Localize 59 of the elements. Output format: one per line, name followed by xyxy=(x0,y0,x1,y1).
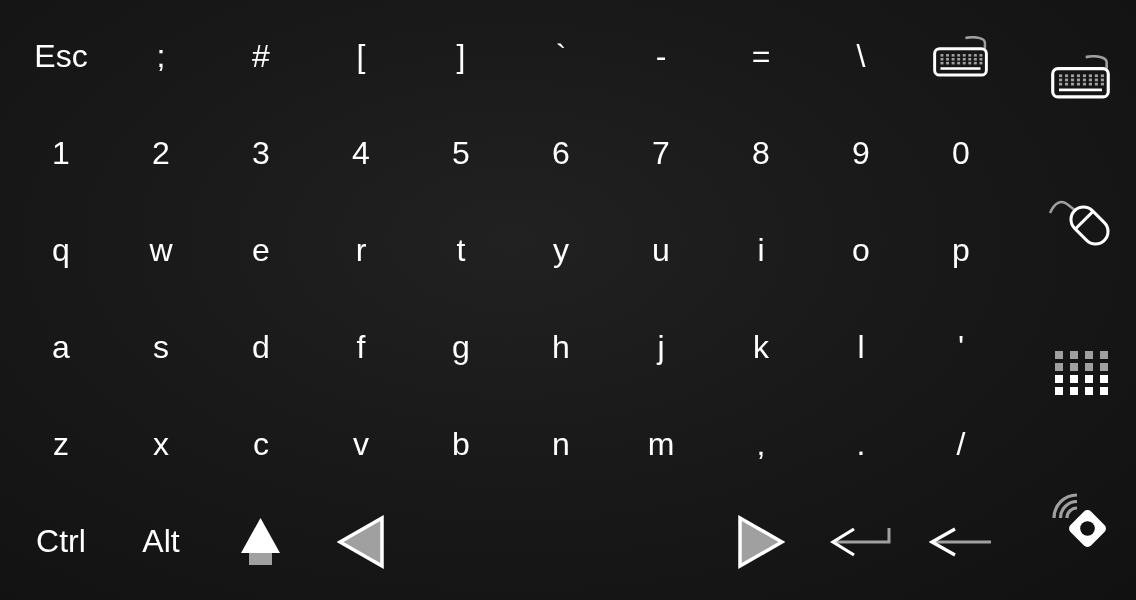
keyboard-key[interactable]: ; xyxy=(152,37,170,76)
keyboard-icon xyxy=(1051,55,1111,99)
keyboard-icon xyxy=(933,36,989,77)
keyboard-key[interactable]: z xyxy=(49,425,73,464)
keyboard-key[interactable]: o xyxy=(848,231,874,270)
keyboard-key[interactable]: a xyxy=(48,328,74,367)
keyboard-key[interactable]: i xyxy=(753,231,769,270)
keyboard-key[interactable]: \ xyxy=(852,37,870,76)
keyboard-key[interactable]: d xyxy=(248,328,274,367)
keyboard-key[interactable]: 1 xyxy=(48,134,74,173)
keyboard-key[interactable]: / xyxy=(952,425,970,464)
keyboard-key[interactable]: u xyxy=(648,231,674,270)
keyboard-key[interactable]: b xyxy=(448,425,474,464)
keyboard-key[interactable]: 7 xyxy=(648,134,674,173)
keyboard-key[interactable]: Esc xyxy=(30,37,92,76)
keyboard-key[interactable]: k xyxy=(749,328,773,367)
right-triangle-icon xyxy=(737,514,785,569)
keyboard-key[interactable]: # xyxy=(248,37,274,76)
keyboard-key[interactable]: c xyxy=(249,425,273,464)
keyboard-key[interactable]: s xyxy=(149,328,173,367)
left-triangle-icon xyxy=(337,514,385,569)
keyboard-key[interactable]: n xyxy=(548,425,574,464)
keyboard-key[interactable]: t xyxy=(452,231,470,270)
keyboard-key[interactable]: ' xyxy=(953,328,969,367)
keyboard-key[interactable]: p xyxy=(948,231,974,270)
keyboard-key[interactable]: Ctrl xyxy=(32,522,90,561)
return-arrow-icon xyxy=(830,525,892,558)
keyboard-key[interactable]: , xyxy=(752,425,770,464)
keyboard-key[interactable]: m xyxy=(643,425,679,464)
keyboard-key[interactable]: j xyxy=(653,328,669,367)
keyboard-key[interactable]: 2 xyxy=(148,134,174,173)
keyboard-key[interactable]: l xyxy=(853,328,869,367)
keyboard-key[interactable]: = xyxy=(747,37,775,76)
keyboard-key[interactable]: w xyxy=(145,231,177,270)
keyboard-key[interactable]: 6 xyxy=(548,134,574,173)
keyboard-key[interactable]: g xyxy=(448,328,474,367)
keyboard-key[interactable]: 4 xyxy=(348,134,374,173)
keyboard-key[interactable]: 8 xyxy=(748,134,774,173)
keyboard-key[interactable]: [ xyxy=(352,37,370,76)
keyboard-key[interactable]: y xyxy=(549,231,573,270)
keyboard-key[interactable]: Alt xyxy=(138,522,184,561)
keyboard-key[interactable]: v xyxy=(349,425,373,464)
keyboard-key[interactable]: x xyxy=(149,425,173,464)
keyboard-key[interactable]: r xyxy=(351,231,371,270)
keyboard-key[interactable]: h xyxy=(548,328,574,367)
keyboard-key[interactable]: - xyxy=(651,37,671,76)
keyboard-key[interactable]: 3 xyxy=(248,134,274,173)
keyboard-key[interactable]: 0 xyxy=(948,134,974,173)
keyboard-key[interactable]: 5 xyxy=(448,134,474,173)
grid-icon xyxy=(1054,351,1108,395)
keyboard-key[interactable]: ] xyxy=(452,37,470,76)
left-arrow-icon xyxy=(929,525,993,558)
keyboard-key[interactable]: ` xyxy=(551,37,571,76)
keyboard-key[interactable]: 9 xyxy=(848,134,874,173)
keyboard-key[interactable]: . xyxy=(852,425,870,464)
keyboard-key[interactable]: q xyxy=(48,231,74,270)
up-arrow-icon xyxy=(240,517,282,566)
keyboard-key[interactable]: e xyxy=(248,231,274,270)
keyboard-key[interactable]: f xyxy=(352,328,370,367)
